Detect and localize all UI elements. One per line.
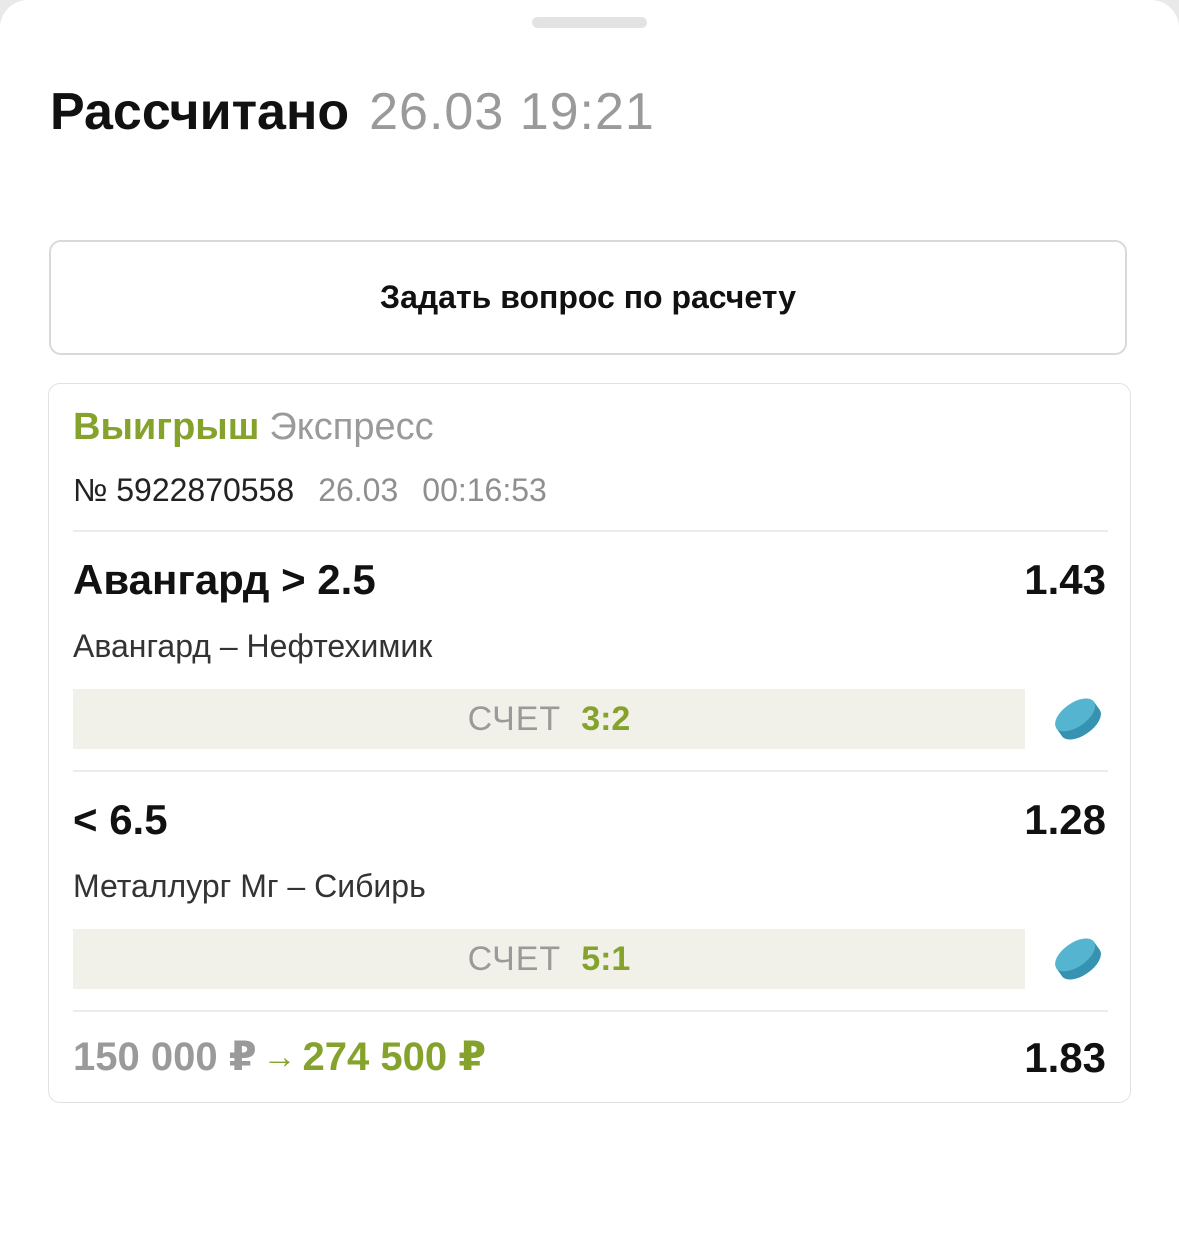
bet-status-line: Выигрыш Экспресс [73, 406, 434, 449]
match-name: Металлург Мг – Сибирь [73, 868, 426, 904]
bet-date: 26.03 [318, 472, 399, 508]
settled-datetime: 26.03 19:21 [369, 83, 655, 141]
selection-name: Авангард > 2.5 [73, 556, 376, 603]
bet-type: Экспресс [269, 406, 434, 448]
stake-amount: 150 000 ₽ [73, 1035, 257, 1079]
sheet-grabber-handle[interactable] [532, 17, 647, 28]
bottom-sheet: Рассчитано 26.03 19:21 Задать вопрос по … [0, 0, 1179, 1253]
match-name: Авангард – Нефтехимик [73, 628, 433, 664]
score-label: СЧЕТ [467, 939, 562, 978]
score-label: СЧЕТ [467, 699, 562, 738]
page-title: Рассчитано [50, 83, 350, 141]
divider [73, 1010, 1108, 1012]
score-value: 5:1 [581, 939, 631, 978]
arrow-right-icon: → [262, 1037, 297, 1076]
bet-number: № 5922870558 [73, 472, 295, 508]
page-header: Рассчитано 26.03 19:21 [50, 82, 655, 154]
bet-card: Выигрыш Экспресс № 5922870558 26.03 00:16:5… [48, 383, 1131, 1103]
hockey-puck-icon [1055, 938, 1101, 980]
score-bar: СЧЕТ 5:1 [73, 929, 1025, 989]
hockey-puck-icon [1055, 698, 1101, 740]
selection-odds: 1.28 [1024, 796, 1106, 843]
ask-question-button[interactable]: Задать вопрос по расчету [49, 240, 1127, 355]
bet-meta-line: № 5922870558 26.03 00:16:53 [73, 472, 547, 509]
score-bar: СЧЕТ 3:2 [73, 689, 1025, 749]
selection-name: < 6.5 [73, 796, 168, 843]
selection-odds: 1.43 [1024, 556, 1106, 603]
bet-result-status: Выигрыш [73, 406, 260, 448]
score-value: 3:2 [581, 699, 631, 738]
divider [73, 770, 1108, 772]
bet-time: 00:16:53 [422, 472, 547, 508]
payout-amount: 274 500 ₽ [302, 1035, 487, 1079]
divider [73, 530, 1108, 532]
total-odds: 1.83 [1024, 1034, 1106, 1081]
stake-payout-line: 150 000 ₽ → 274 500 ₽ [73, 1034, 486, 1080]
